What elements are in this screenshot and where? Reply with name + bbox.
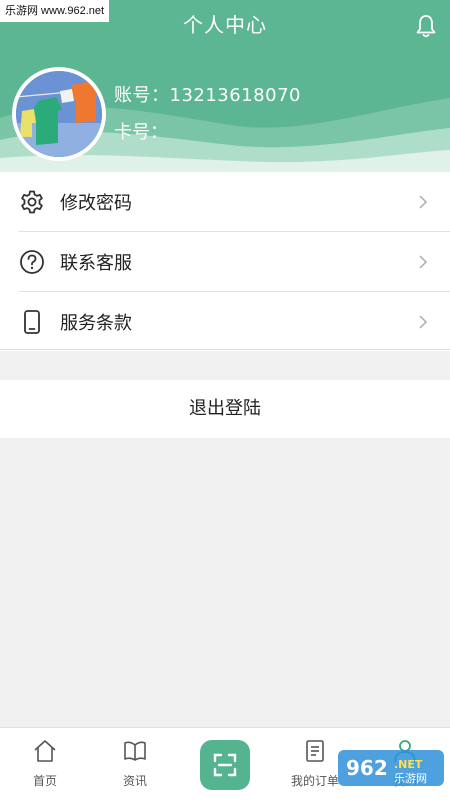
logout-button[interactable]: 退出登陆 [0, 380, 450, 438]
order-icon [306, 740, 324, 762]
svg-text:962: 962 [346, 756, 388, 780]
watermark-top: 乐游网 www.962.net [0, 0, 110, 22]
menu-divider [0, 349, 450, 350]
scan-icon [213, 753, 237, 777]
scan-button[interactable] [200, 740, 250, 790]
gear-icon [18, 188, 46, 216]
menu-item-terms-of-service[interactable]: 服务条款 [0, 292, 450, 351]
card-info: 卡号： [114, 121, 168, 145]
avatar-image [16, 71, 102, 157]
account-value: 13213618070 [169, 85, 301, 106]
profile-header: 个人中心 账号：13213618070 卡号： [0, 0, 450, 172]
phone-icon [18, 308, 46, 336]
menu-item-label: 修改密码 [60, 192, 132, 214]
settings-menu: 修改密码 联系客服 服务条款 [0, 172, 450, 351]
tab-home[interactable]: 首页 [10, 728, 80, 801]
menu-item-label: 联系客服 [60, 252, 132, 274]
chevron-right-icon [419, 255, 428, 269]
account-label: 账号： [114, 85, 170, 106]
svg-text:.NET: .NET [394, 758, 423, 771]
chevron-right-icon [419, 315, 428, 329]
menu-item-label: 服务条款 [60, 312, 132, 334]
chevron-right-icon [419, 195, 428, 209]
svg-text:乐游网: 乐游网 [394, 772, 427, 785]
account-info: 账号：13213618070 [114, 84, 301, 108]
avatar[interactable] [12, 67, 106, 161]
menu-item-contact-service[interactable]: 联系客服 [18, 232, 450, 292]
bell-icon[interactable] [414, 13, 438, 39]
home-icon [34, 740, 56, 762]
tab-label: 首页 [32, 774, 57, 788]
tab-news[interactable]: 资讯 [100, 728, 170, 801]
question-icon [18, 248, 46, 276]
menu-item-change-password[interactable]: 修改密码 [18, 172, 450, 232]
card-label: 卡号： [114, 122, 168, 143]
tab-label: 资讯 [122, 774, 147, 788]
watermark-logo: 962 .NET 乐游网 [338, 750, 444, 786]
book-icon [124, 741, 146, 761]
